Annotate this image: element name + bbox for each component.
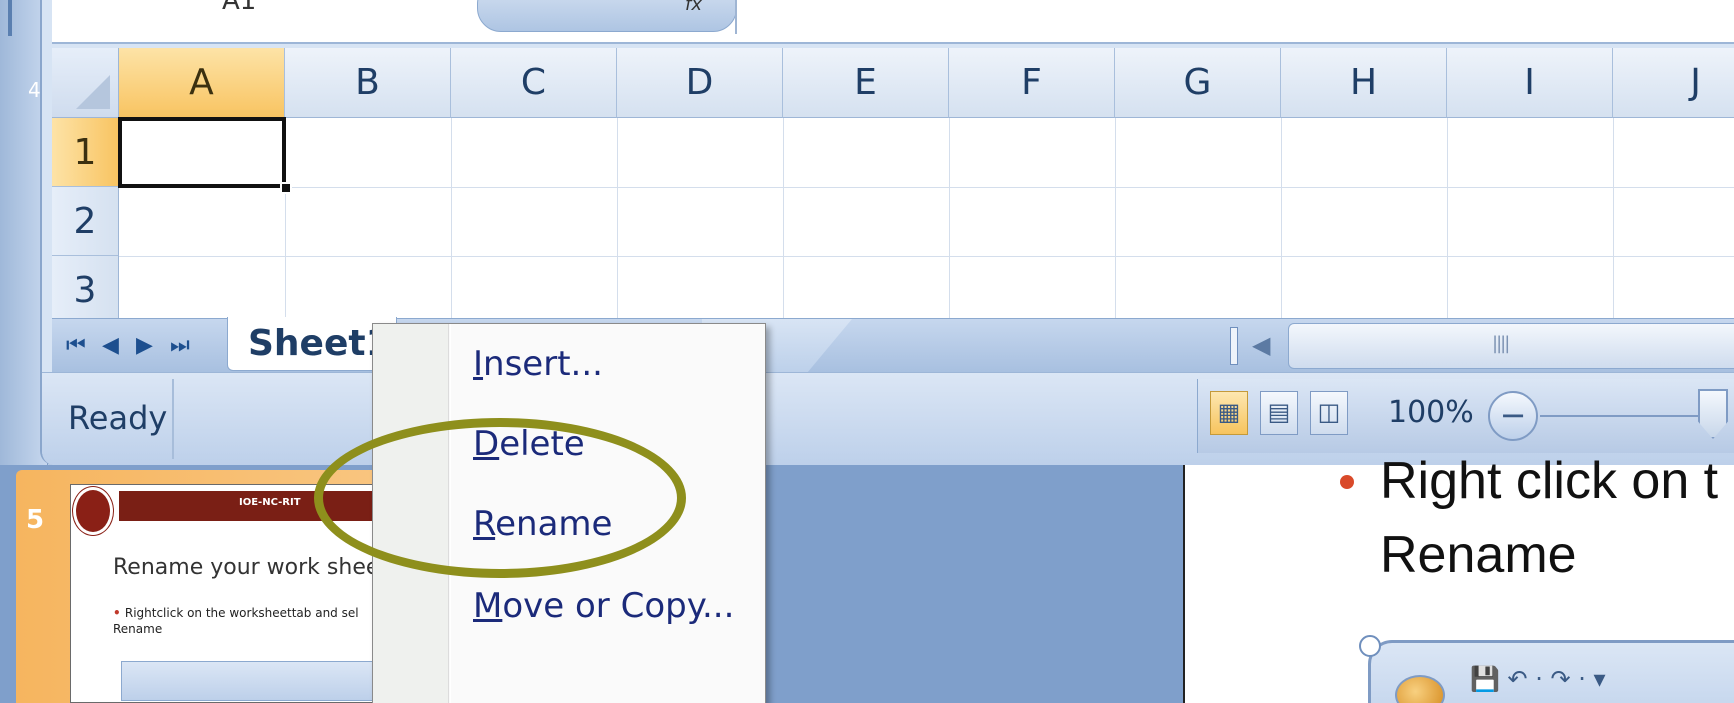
gridline-vertical — [617, 118, 618, 328]
insert-function-icon[interactable]: fx — [685, 0, 702, 15]
column-header-b[interactable]: B — [285, 48, 451, 118]
row-header-3[interactable]: 3 — [52, 256, 119, 325]
gridline-vertical — [1115, 118, 1116, 328]
bullet-icon — [1340, 475, 1354, 489]
gridline-vertical — [783, 118, 784, 328]
zoom-level[interactable]: 100% — [1388, 395, 1474, 430]
gridline-vertical — [1447, 118, 1448, 328]
sheet-tab-label: Sheet1 — [248, 323, 391, 364]
column-header-h[interactable]: H — [1281, 48, 1447, 118]
college-logo-icon — [73, 487, 113, 535]
column-header-d[interactable]: D — [617, 48, 783, 118]
status-text: Ready — [68, 399, 168, 437]
column-header-j[interactable]: J — [1613, 48, 1734, 118]
thumbnail-title: Rename your work sheet — [113, 555, 389, 580]
scroll-left-icon[interactable]: ◀ — [1252, 331, 1270, 359]
name-box[interactable]: A1 — [222, 0, 256, 16]
resize-handle[interactable] — [1359, 635, 1381, 657]
gridline-vertical — [451, 118, 452, 328]
gridline-vertical — [949, 118, 950, 328]
zoom-slider-track[interactable] — [1540, 415, 1700, 417]
zoom-slider-thumb[interactable] — [1698, 389, 1728, 439]
slide-bullet-line-2: Rename — [1380, 526, 1577, 584]
column-header-e[interactable]: E — [783, 48, 949, 118]
page-break-view-icon[interactable]: ◫ — [1310, 391, 1348, 435]
prev-sheet-icon[interactable]: ◀ — [102, 333, 119, 358]
gridline-horizontal — [119, 187, 1734, 188]
normal-view-icon[interactable]: ▦ — [1210, 391, 1248, 435]
thumbnail-header-text: IOE-NC-RIT — [239, 497, 301, 508]
menu-item-move-or-copy[interactable]: Move or Copy... — [473, 586, 734, 626]
worksheet-grid[interactable]: ABCDEFGHIJ 123 — [52, 48, 1734, 328]
first-sheet-icon[interactable]: ⏮ — [66, 333, 86, 358]
active-cell-a1[interactable] — [118, 117, 286, 188]
column-header-g[interactable]: G — [1115, 48, 1281, 118]
scroll-grip-icon: |||| — [1492, 333, 1510, 354]
thumbnail-bullet: • Rightclick on the worksheettab and sel… — [113, 606, 359, 636]
horizontal-scroll-thumb[interactable] — [1288, 323, 1734, 369]
main-slide[interactable]: Right click on t Rename 💾 ↶ · ↷ · ▾ — [1183, 452, 1734, 703]
slide-bullet-line-1: Right click on t — [1380, 452, 1719, 510]
last-sheet-icon[interactable]: ⏭ — [170, 333, 190, 358]
row-header-1[interactable]: 1 — [52, 118, 119, 187]
tab-split-handle[interactable] — [1230, 327, 1238, 365]
slide-edge-number: 4 — [28, 78, 41, 102]
view-controls: ▦ ▤ ◫ 100% − — [1197, 379, 1734, 453]
gridline-vertical — [1613, 118, 1614, 328]
thumbnail-screenshot — [121, 661, 391, 701]
top-divider — [8, 0, 12, 36]
gridline-horizontal — [119, 256, 1734, 257]
highlight-ellipse — [314, 418, 686, 578]
quick-access-toolbar-icon: 💾 ↶ · ↷ · ▾ — [1470, 665, 1606, 693]
formula-separator — [735, 0, 737, 34]
slide-number: 5 — [26, 505, 45, 535]
column-header-i[interactable]: I — [1447, 48, 1613, 118]
page-layout-view-icon[interactable]: ▤ — [1260, 391, 1298, 435]
gridline-vertical — [1281, 118, 1282, 328]
sheet-tab-bar: ⏮ ◀ ▶ ⏭ Sheet1 ◀ |||| — [52, 317, 1734, 373]
select-all-corner[interactable] — [52, 48, 119, 118]
formula-bar: A1 fx — [52, 0, 1734, 44]
column-header-f[interactable]: F — [949, 48, 1115, 118]
column-header-c[interactable]: C — [451, 48, 617, 118]
next-sheet-icon[interactable]: ▶ — [136, 333, 153, 358]
zoom-out-icon[interactable]: − — [1488, 391, 1538, 441]
excel-window: A1 fx ABCDEFGHIJ 123 ⏮ ◀ ▶ ⏭ Sheet1 ◀ ||… — [40, 0, 1734, 465]
column-header-a[interactable]: A — [119, 48, 285, 118]
status-separator — [172, 379, 174, 459]
row-header-2[interactable]: 2 — [52, 187, 119, 256]
menu-item-insert[interactable]: Insert... — [473, 344, 603, 384]
fill-handle[interactable] — [280, 182, 292, 194]
